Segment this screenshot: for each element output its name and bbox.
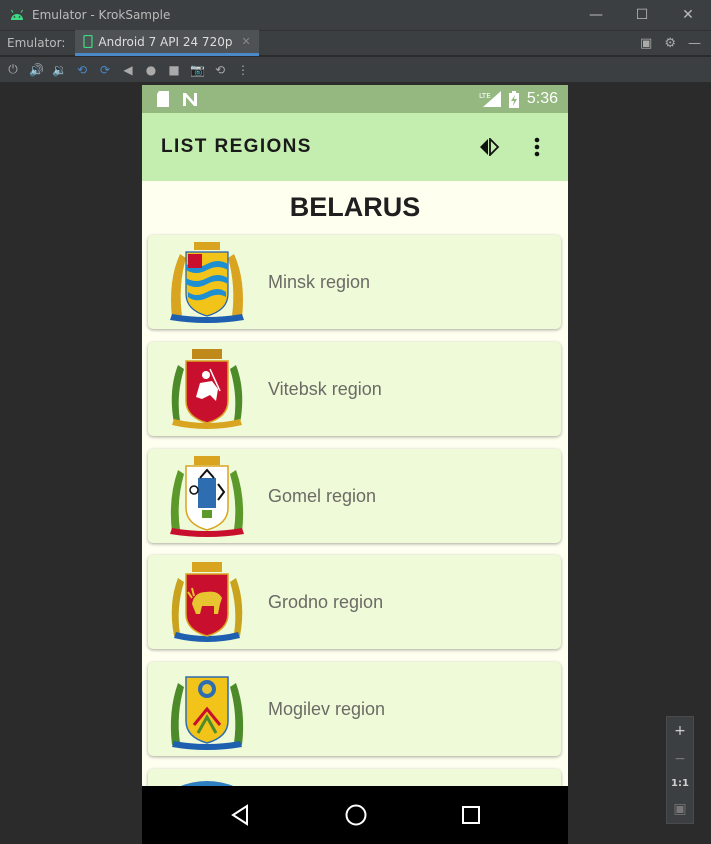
swap-icon [480,138,500,156]
rotate-right-icon[interactable]: ⟳ [98,63,112,77]
volume-up-icon[interactable]: 🔊 [29,63,44,77]
nav-back-icon[interactable] [229,804,251,826]
snapshot-icon[interactable]: ⟲ [213,63,227,77]
list-item-mogilev[interactable]: Mogilev region [148,662,561,756]
app-bar: LIST REGIONS [142,113,568,181]
gomel-coat-of-arms [170,456,244,537]
nav-home-icon[interactable] [344,803,368,827]
volume-down-icon[interactable]: 🔉 [52,63,67,77]
region-name: Minsk region [268,271,371,292]
zoom-in-button[interactable]: + [674,723,686,739]
layout-icon[interactable]: ▣ [640,36,652,51]
overflow-menu-button[interactable] [522,132,552,162]
region-name: Vitebsk region [268,378,382,399]
more-icon[interactable]: ⋮ [236,63,250,77]
window-titlebar: Emulator - KrokSample — ☐ ✕ [0,0,711,30]
actual-size-button[interactable]: 1:1 [671,778,689,789]
vitebsk-coat-of-arms [171,349,243,429]
overview-icon[interactable]: ■ [167,63,181,77]
minimize-icon: — [589,7,603,23]
signal-icon: LTE [479,91,501,107]
nav-recents-icon[interactable] [461,805,481,825]
status-bar: LTE 5:36 [142,85,568,113]
minsk-coat-of-arms [170,242,244,323]
list-item-minsk[interactable]: Minsk region [148,235,561,329]
region-name: Grodno region [268,591,384,612]
android-icon [11,9,23,20]
android-navigation-bar [142,786,568,844]
window-title: Emulator - KrokSample [32,8,171,22]
close-icon: ✕ [682,7,694,23]
phone-icon [83,35,93,48]
emulator-label: Emulator: [7,36,66,50]
minimize-button[interactable]: — [573,0,619,30]
status-time: 5:36 [526,90,558,107]
device-screen: LTE 5:36 LIST REGIONS BELARUS Minsk regi… [142,85,568,844]
sd-card-icon [157,91,169,107]
emulator-tabbar: Emulator: Android 7 API 24 720p ✕ ▣ ⚙ — [0,30,711,56]
maximize-button[interactable]: ☐ [619,0,665,30]
network-type: LTE [479,92,491,100]
back-icon[interactable]: ◀ [121,63,135,77]
list-item-vitebsk[interactable]: Vitebsk region [148,342,561,436]
close-button[interactable]: ✕ [665,0,711,30]
zoom-panel: + − 1:1 ▣ [666,716,694,824]
n-notification-icon [183,92,197,106]
tab-device-label: Android 7 API 24 720p [98,34,233,49]
region-name: Mogilev region [268,698,386,719]
list-item-gomel[interactable]: Gomel region [148,449,561,543]
mogilev-coat-of-arms [170,676,244,750]
home-icon[interactable]: ● [144,63,158,77]
app-title: LIST REGIONS [161,136,312,157]
swap-view-button[interactable] [474,132,504,162]
tab-device[interactable]: Android 7 API 24 720p ✕ [75,30,259,56]
grodno-coat-of-arms [171,562,243,642]
emulator-toolbar: ⏻ 🔊 🔉 ⟲ ⟳ ◀ ● ■ 📷 ⟲ ⋮ [0,57,711,83]
tab-close-icon[interactable]: ✕ [241,35,250,48]
settings-gear-icon[interactable]: ⚙ [664,36,676,51]
screenshot-icon[interactable]: 📷 [190,63,205,77]
power-icon[interactable]: ⏻ [6,62,20,77]
battery-icon [508,90,519,108]
maximize-icon: ☐ [635,7,649,23]
minimize-panel-icon[interactable]: — [688,36,701,51]
more-vert-icon [534,137,540,157]
zoom-out-button[interactable]: − [674,751,686,767]
region-name: Gomel region [268,485,377,506]
rotate-left-icon[interactable]: ⟲ [75,63,89,77]
list-item-grodno[interactable]: Grodno region [148,555,561,649]
country-heading: BELARUS [289,191,421,222]
fit-screen-icon[interactable]: ▣ [673,801,686,817]
